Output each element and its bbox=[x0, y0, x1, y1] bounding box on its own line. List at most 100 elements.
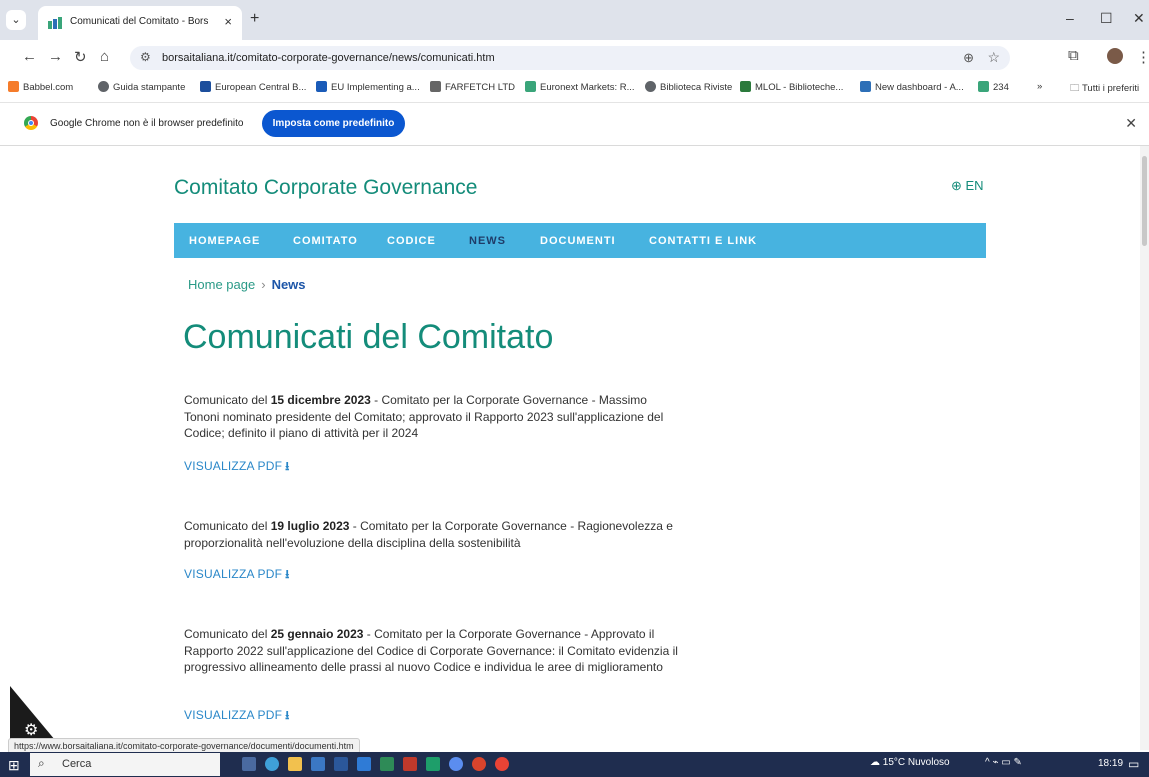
bookmark-item[interactable]: New dashboard - A... bbox=[860, 81, 964, 93]
url-text[interactable]: borsaitaliana.it/comitato-corporate-gove… bbox=[162, 52, 495, 64]
bookmark-item[interactable]: 234 bbox=[978, 81, 1009, 93]
view-pdf-link[interactable]: VISUALIZZA PDF ⭳ bbox=[184, 706, 290, 727]
file-explorer-icon[interactable] bbox=[288, 757, 302, 771]
bookmark-label: Babbel.com bbox=[23, 82, 74, 93]
chrome-taskbar-icon[interactable] bbox=[495, 757, 509, 771]
breadcrumb-home[interactable]: Home page bbox=[188, 277, 255, 292]
all-bookmarks-label: Tutti i preferiti bbox=[1081, 83, 1140, 94]
bookmark-label: 234 bbox=[993, 82, 1009, 93]
release-date: 15 dicembre 2023 bbox=[270, 393, 371, 407]
bookmark-favicon-icon bbox=[8, 81, 19, 92]
otc-favicon-icon bbox=[430, 81, 441, 92]
eu-favicon-icon bbox=[316, 81, 327, 92]
edge-icon[interactable] bbox=[265, 757, 279, 771]
euronext-favicon-icon bbox=[525, 81, 536, 92]
view-pdf-link[interactable]: VISUALIZZA PDF ⭳ bbox=[184, 565, 290, 586]
taskbar-clock[interactable]: 18:19 bbox=[1098, 758, 1123, 769]
mlol-favicon-icon bbox=[740, 81, 751, 92]
bookmarks-overflow-button[interactable]: » bbox=[1037, 81, 1042, 92]
new-tab-button[interactable]: + bbox=[250, 10, 259, 28]
bookmarks-bar: Babbel.com Guida stampante European Cent… bbox=[0, 76, 1149, 103]
bookmark-item[interactable]: Euronext Markets: R... bbox=[525, 81, 635, 93]
set-default-button[interactable]: Imposta come predefinito bbox=[262, 110, 405, 137]
bookmark-label: New dashboard - A... bbox=[875, 82, 964, 93]
view-pdf-label: VISUALIZZA PDF bbox=[184, 567, 283, 581]
word-icon[interactable] bbox=[334, 757, 348, 771]
zoom-icon[interactable]: ⊕ bbox=[963, 50, 974, 66]
bookmark-label: EU Implementing a... bbox=[331, 82, 420, 93]
weather-label: 15°C Nuvoloso bbox=[882, 757, 950, 768]
windows-start-icon[interactable]: ⊞ bbox=[8, 757, 20, 774]
nav-codice[interactable]: CODICE bbox=[387, 235, 436, 247]
main-nav: HOMEPAGE COMITATO CODICE NEWS DOCUMENTI … bbox=[174, 223, 986, 258]
page-title: Comunicati del Comitato bbox=[183, 318, 554, 356]
release-date: 19 luglio 2023 bbox=[270, 519, 350, 533]
nav-comitato[interactable]: COMITATO bbox=[293, 235, 358, 247]
back-icon[interactable]: ← bbox=[22, 48, 37, 65]
tab-title: Comunicati del Comitato - Bors bbox=[70, 16, 209, 27]
weather-widget[interactable]: ☁ 15°C Nuvoloso bbox=[870, 757, 950, 768]
breadcrumb: Home page › News bbox=[188, 277, 306, 292]
photos-icon[interactable] bbox=[357, 757, 371, 771]
release-item: Comunicato del 19 luglio 2023 - Comitato… bbox=[184, 518, 684, 551]
view-pdf-label: VISUALIZZA PDF bbox=[184, 708, 283, 722]
tab-active[interactable]: Comunicati del Comitato - Bors × bbox=[38, 6, 242, 40]
nav-homepage[interactable]: HOMEPAGE bbox=[189, 235, 260, 247]
reload-icon[interactable]: ↻ bbox=[74, 48, 87, 66]
download-icon: ⭳ bbox=[285, 708, 290, 722]
tab-search-chevron-icon[interactable]: ⌄ bbox=[6, 10, 26, 30]
bookmark-item[interactable]: Guida stampante bbox=[98, 81, 185, 93]
close-window-button[interactable]: ✕ bbox=[1133, 10, 1145, 27]
globe-icon: ⊕ bbox=[951, 178, 966, 193]
bookmark-star-icon[interactable]: ☆ bbox=[987, 49, 1000, 66]
bookmark-item[interactable]: EU Implementing a... bbox=[316, 81, 420, 93]
scrollbar-thumb[interactable] bbox=[1142, 156, 1147, 246]
menu-kebab-icon[interactable]: ⋮ bbox=[1136, 48, 1149, 66]
tab-close-icon[interactable]: × bbox=[224, 14, 232, 29]
acrobat-icon[interactable] bbox=[403, 757, 417, 771]
notification-icon[interactable]: ▭ bbox=[1128, 757, 1139, 771]
bookmark-item[interactable]: FARFETCH LTD bbox=[430, 81, 515, 93]
nav-contatti[interactable]: CONTATTI E LINK bbox=[649, 235, 757, 247]
view-pdf-link[interactable]: VISUALIZZA PDF ⭳ bbox=[184, 457, 290, 478]
profile-avatar[interactable] bbox=[1107, 48, 1123, 64]
maximize-button[interactable]: ☐ bbox=[1100, 10, 1113, 27]
forward-icon[interactable]: → bbox=[48, 48, 63, 65]
site-info-icon[interactable]: ⚙ bbox=[140, 50, 151, 64]
extensions-icon[interactable]: ⧉ bbox=[1068, 47, 1079, 64]
bookmark-label: MLOL - Biblioteche... bbox=[755, 82, 844, 93]
bookmark-item[interactable]: Babbel.com bbox=[8, 81, 73, 93]
bookmark-item[interactable]: Biblioteca Riviste bbox=[645, 81, 732, 93]
language-switch[interactable]: ⊕ EN bbox=[951, 178, 984, 194]
bookmark-item[interactable]: European Central B... bbox=[200, 81, 306, 93]
download-icon: ⭳ bbox=[285, 567, 290, 581]
gear-icon[interactable]: ⚙ bbox=[24, 720, 38, 740]
nav-documenti[interactable]: DOCUMENTI bbox=[540, 235, 616, 247]
spreadsheet-icon[interactable] bbox=[426, 757, 440, 771]
globe-icon bbox=[98, 81, 109, 92]
borsa-favicon-icon bbox=[48, 17, 62, 29]
site-title[interactable]: Comitato Corporate Governance bbox=[174, 176, 478, 200]
release-prefix: Comunicato del bbox=[184, 519, 271, 533]
home-icon[interactable]: ⌂ bbox=[100, 48, 109, 65]
task-view-icon[interactable] bbox=[242, 757, 256, 771]
nav-news[interactable]: NEWS bbox=[469, 235, 506, 247]
bookmark-item[interactable]: MLOL - Biblioteche... bbox=[740, 81, 843, 93]
all-bookmarks-button[interactable]: 🗀 Tutti i preferiti bbox=[1070, 81, 1139, 97]
app-icon[interactable] bbox=[472, 757, 486, 771]
dashboard-favicon-icon bbox=[860, 81, 871, 92]
breadcrumb-separator: › bbox=[261, 277, 266, 292]
borsa-favicon-icon bbox=[978, 81, 989, 92]
address-bar[interactable]: ⚙ borsaitaliana.it/comitato-corporate-go… bbox=[130, 46, 1010, 70]
taskbar-search-label: Cerca bbox=[62, 758, 92, 770]
infobar-close-icon[interactable]: ✕ bbox=[1125, 115, 1137, 132]
tray-icons[interactable]: ^ ⌁ ▭ ✎ bbox=[985, 757, 1022, 768]
taskbar-search[interactable]: ⌕ Cerca bbox=[30, 753, 220, 776]
minimize-button[interactable]: – bbox=[1066, 10, 1074, 26]
excel-icon[interactable] bbox=[380, 757, 394, 771]
app-icon[interactable] bbox=[449, 757, 463, 771]
bookmark-label: European Central B... bbox=[215, 82, 307, 93]
bookmark-label: FARFETCH LTD bbox=[445, 82, 516, 93]
mail-icon[interactable] bbox=[311, 757, 325, 771]
infobar-message: Google Chrome non è il browser predefini… bbox=[50, 118, 244, 129]
